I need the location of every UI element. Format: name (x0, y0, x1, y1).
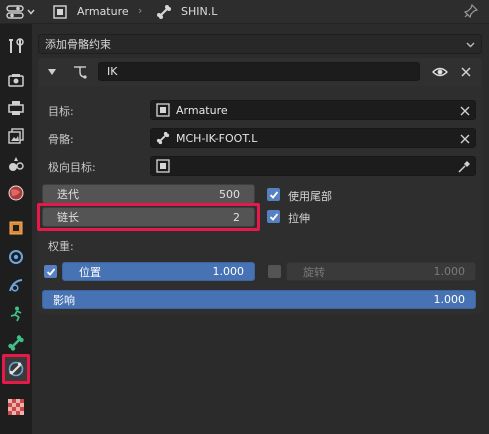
particles-icon (9, 279, 23, 292)
armature-object-icon (52, 4, 68, 20)
bone-value: MCH-IK-FOOT.L (176, 131, 258, 145)
pin-icon[interactable] (464, 4, 478, 18)
rotation-checkbox[interactable] (268, 265, 281, 278)
rotation-value: 1.000 (433, 265, 466, 278)
weight-label: 权重: (48, 240, 74, 253)
constraint-name-field[interactable]: IK (98, 62, 420, 81)
pole-target-field[interactable] (150, 156, 476, 176)
chevron-down-icon (27, 9, 35, 15)
tab-world[interactable] (3, 180, 29, 206)
position-weight-slider[interactable]: 位置 1.000 (62, 262, 255, 281)
world-icon (8, 185, 24, 201)
use-tail-checkbox[interactable] (267, 188, 280, 201)
bone-field[interactable]: MCH-IK-FOOT.L (150, 128, 476, 148)
ik-constraint-icon (72, 64, 88, 80)
chain-length-label: 链长 (57, 211, 79, 224)
eye-icon[interactable] (432, 65, 448, 79)
tab-scene[interactable] (3, 151, 29, 177)
breadcrumb-bone: SHIN.L (181, 5, 218, 18)
clear-icon[interactable] (460, 134, 470, 144)
target-field[interactable]: Armature (150, 100, 476, 120)
influence-label: 影响 (53, 293, 75, 307)
bone-icon (156, 4, 172, 20)
tab-particles[interactable] (3, 273, 29, 299)
tab-bone-constraint[interactable] (2, 354, 30, 384)
breadcrumb-separator: › (138, 4, 143, 17)
position-label: 位置 (79, 265, 101, 279)
tab-view-layer[interactable] (3, 123, 29, 149)
add-bone-constraint-label: 添加骨骼约束 (45, 38, 111, 51)
use-tail-label: 使用尾部 (288, 190, 332, 203)
view-layer-icon (8, 128, 24, 144)
properties-editor-icon (6, 5, 24, 19)
breadcrumb-object: Armature (77, 5, 129, 18)
close-icon[interactable] (460, 66, 472, 78)
modifier-icon (9, 250, 23, 264)
iterations-field[interactable]: 迭代 500 (42, 184, 255, 204)
tab-render[interactable] (3, 67, 29, 93)
bone-icon (8, 335, 24, 351)
checkmark-icon (269, 190, 278, 199)
tab-object[interactable] (3, 215, 29, 241)
armature-object-icon (156, 103, 170, 117)
tab-modifier[interactable] (3, 244, 29, 270)
position-checkbox[interactable] (44, 265, 57, 278)
collapse-panel-toggle[interactable] (47, 67, 57, 77)
render-icon (8, 74, 24, 87)
target-label: 目标: (48, 105, 74, 118)
rotation-label: 旋转 (303, 265, 325, 279)
pole-target-label: 极向目标: (48, 161, 96, 174)
iterations-value: 500 (219, 187, 240, 201)
checkmark-icon (46, 267, 55, 276)
target-value: Armature (176, 103, 228, 117)
influence-slider[interactable]: 影响 1.000 (42, 290, 476, 309)
constraint-name-text: IK (107, 65, 118, 78)
tool-icon (9, 38, 24, 53)
output-icon (8, 101, 24, 115)
bone-label: 骨骼: (48, 133, 74, 146)
tab-output[interactable] (3, 95, 29, 121)
checkmark-icon (269, 212, 278, 221)
tab-physics[interactable] (3, 301, 29, 327)
chain-length-value: 2 (233, 210, 240, 224)
tab-tool[interactable] (3, 33, 29, 59)
scene-icon (9, 157, 24, 171)
stretch-checkbox[interactable] (267, 210, 280, 223)
add-bone-constraint-dropdown[interactable]: 添加骨骼约束 (38, 34, 482, 54)
editor-type-button[interactable] (6, 3, 40, 21)
eyedropper-icon[interactable] (458, 161, 470, 173)
object-icon (156, 159, 170, 173)
object-icon (9, 221, 23, 235)
iterations-label: 迭代 (57, 188, 79, 201)
bone-constraint-icon (8, 361, 24, 377)
clear-icon[interactable] (460, 106, 470, 116)
properties-header: Armature › SHIN.L (0, 0, 489, 24)
position-value: 1.000 (212, 265, 245, 278)
tab-texture[interactable] (3, 394, 29, 420)
texture-icon (8, 399, 24, 415)
tab-bone[interactable] (3, 330, 29, 356)
physics-icon (10, 306, 22, 322)
triangle-down-icon (48, 69, 56, 75)
chevron-down-icon (466, 42, 475, 48)
chain-length-field[interactable]: 链长 2 (42, 207, 255, 227)
rotation-weight-slider[interactable]: 旋转 1.000 (286, 262, 476, 281)
stretch-label: 拉伸 (288, 212, 310, 225)
bone-icon (156, 131, 170, 145)
influence-value: 1.000 (433, 293, 466, 306)
